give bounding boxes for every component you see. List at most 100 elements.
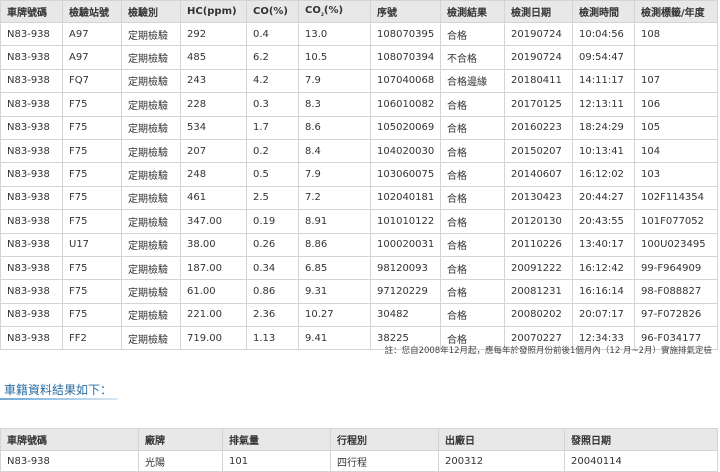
table-cell: 20190724 — [504, 45, 573, 70]
table-cell: 09:54:47 — [572, 45, 635, 70]
col-header: 檢驗站號 — [62, 0, 122, 23]
col-header: HC(ppm) — [180, 0, 247, 23]
table-cell: 103060075 — [370, 162, 441, 187]
table-row: N83-938 FQ7 定期檢驗 243 4.2 7.9 107040068 合格邊緣 2018… — [0, 68, 718, 94]
table-cell: 98120093 — [370, 255, 441, 281]
table-cell: 定期檢驗 — [121, 185, 181, 211]
col-header: 檢測日期 — [504, 0, 573, 23]
table-cell: 10.5 — [298, 45, 371, 70]
table-row: N83-938 U17 定期檢驗 38.00 0.26 8.86 100020031 合格 20… — [0, 232, 718, 257]
inspection-records-table: 車牌號碼 檢驗站號 檢驗別 HC(ppm) CO(%) CO₂(%) 序號 檢測… — [0, 0, 718, 351]
table-cell: 16:16:14 — [572, 279, 635, 304]
table-cell: 20:44:27 — [572, 185, 635, 211]
table-cell: 13.0 — [298, 21, 371, 47]
table-cell: 38.00 — [180, 232, 247, 257]
table-row: N83-938 A97 定期檢驗 485 6.2 10.5 108070394 不合格 2019… — [0, 45, 718, 70]
table-cell: 合格 — [440, 255, 505, 281]
table-cell: 187.00 — [180, 255, 247, 281]
table-cell: 8.86 — [298, 232, 371, 257]
table-cell: 100U023495 — [634, 232, 718, 257]
table-cell: 7.9 — [298, 68, 371, 94]
table-cell: 合格 — [440, 185, 505, 211]
table-cell: 合格邊緣 — [440, 68, 505, 94]
table-header-row: 車牌號碼 廠牌 排氣量 行程別 出廠日 發照日期 — [0, 428, 718, 451]
col-header: 檢驗別 — [121, 0, 181, 23]
table-cell: 108 — [634, 21, 718, 47]
table-cell: A97 — [62, 45, 122, 70]
table-cell: 248 — [180, 162, 247, 187]
table-cell: 合格 — [440, 232, 505, 257]
table-row: N83-938 F75 定期檢驗 228 0.3 8.3 106010082 合格 201701… — [0, 92, 718, 117]
table-cell: 20110226 — [504, 232, 573, 257]
table-cell: 6.85 — [298, 255, 371, 281]
table-cell: 347.00 — [180, 209, 247, 234]
table-cell: 98-F088827 — [634, 279, 718, 304]
table-cell: 0.4 — [246, 21, 299, 47]
table-cell: 8.3 — [298, 92, 371, 117]
table-cell: 6.2 — [246, 45, 299, 70]
table-cell: 100020031 — [370, 232, 441, 257]
table-cell: 定期檢驗 — [121, 326, 181, 351]
table-cell: A97 — [62, 21, 122, 47]
table-cell: 7.2 — [298, 185, 371, 211]
table-cell: N83-938 — [0, 326, 63, 351]
col-header-co2: CO₂(%) — [298, 0, 371, 23]
col-header: 檢測時間 — [572, 0, 635, 23]
table-cell: 定期檢驗 — [121, 68, 181, 94]
table-cell: 定期檢驗 — [121, 162, 181, 187]
table-cell: 101 — [222, 450, 331, 472]
table-cell: 合格 — [440, 162, 505, 187]
inspection-note: 註：您自2008年12月起，應每年於發照月份前後1個月內（12 月~2月）實施排… — [384, 346, 712, 356]
table-cell: F75 — [62, 185, 122, 211]
table-cell: F75 — [62, 115, 122, 140]
table-cell: 30482 — [370, 302, 441, 328]
table-cell: F75 — [62, 209, 122, 234]
table-cell: 1.13 — [246, 326, 299, 351]
table-cell: 20150207 — [504, 138, 573, 164]
table-row: N83-938 F75 定期檢驗 248 0.5 7.9 103060075 合格 201406… — [0, 162, 718, 187]
table-cell: 20:43:55 — [572, 209, 635, 234]
table-cell: 合格 — [440, 302, 505, 328]
table-cell: 243 — [180, 68, 247, 94]
table-cell: 定期檢驗 — [121, 21, 181, 47]
col-header: 發照日期 — [564, 428, 718, 451]
table-cell: 10:04:56 — [572, 21, 635, 47]
table-cell: 0.3 — [246, 92, 299, 117]
table-cell: 8.6 — [298, 115, 371, 140]
table-cell: N83-938 — [0, 138, 63, 164]
table-cell: 合格 — [440, 21, 505, 47]
col-header: 行程別 — [330, 428, 439, 451]
table-row: N83-938 F75 定期檢驗 534 1.7 8.6 105020069 合格 201602… — [0, 115, 718, 140]
table-cell: 定期檢驗 — [121, 255, 181, 281]
table-cell: F75 — [62, 255, 122, 281]
table-cell: 7.9 — [298, 162, 371, 187]
table-cell: 0.5 — [246, 162, 299, 187]
table-cell: N83-938 — [0, 302, 63, 328]
table-cell: 99-F964909 — [634, 255, 718, 281]
table-cell: 合格 — [440, 138, 505, 164]
table-cell: 107040068 — [370, 68, 441, 94]
table-cell: N83-938 — [0, 279, 63, 304]
table-cell: 107 — [634, 68, 718, 94]
table-cell: 485 — [180, 45, 247, 70]
table-cell: 16:12:02 — [572, 162, 635, 187]
table-cell: 0.86 — [246, 279, 299, 304]
table-cell: 20081231 — [504, 279, 573, 304]
table-cell: 105 — [634, 115, 718, 140]
table-cell: 106 — [634, 92, 718, 117]
table-cell: 定期檢驗 — [121, 302, 181, 328]
table-cell: 合格 — [440, 115, 505, 140]
col-header: 廠牌 — [138, 428, 223, 451]
table-cell: 20080202 — [504, 302, 573, 328]
table-cell: 104 — [634, 138, 718, 164]
table-cell: 0.2 — [246, 138, 299, 164]
table-cell: N83-938 — [0, 185, 63, 211]
col-header: 檢測結果 — [440, 0, 505, 23]
table-cell: F75 — [62, 92, 122, 117]
table-cell: 四行程 — [330, 450, 439, 472]
table-cell: 4.2 — [246, 68, 299, 94]
table-cell: 207 — [180, 138, 247, 164]
table-cell: 0.34 — [246, 255, 299, 281]
table-cell: N83-938 — [0, 255, 63, 281]
table-cell: 20190724 — [504, 21, 573, 47]
